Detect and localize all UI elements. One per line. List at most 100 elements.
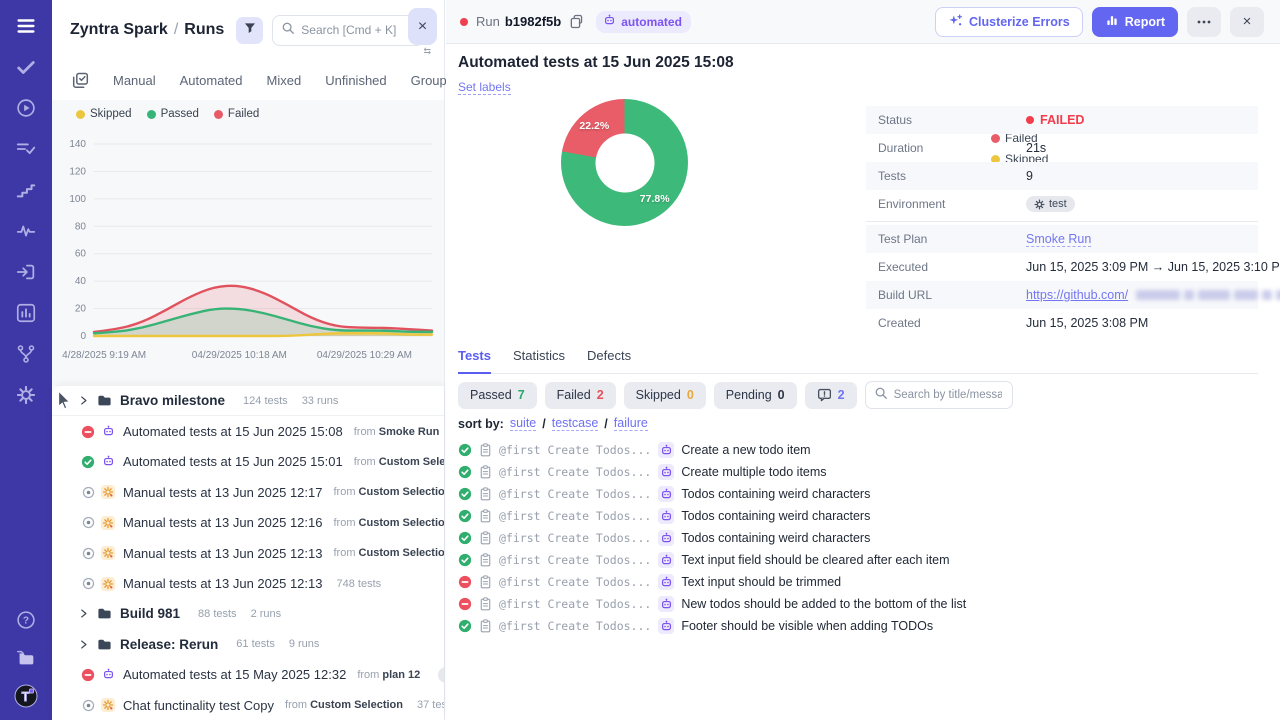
sort-by-failure[interactable]: failure — [614, 416, 648, 431]
test-row[interactable]: @first Create Todos...Text input field s… — [458, 549, 1268, 571]
sort-by-testcase[interactable]: testcase — [552, 416, 599, 431]
run-row[interactable]: Manual tests at 13 Jun 2025 12:17from Cu… — [52, 477, 444, 507]
sign-in-icon[interactable] — [14, 260, 38, 284]
test-row[interactable]: @first Create Todos...Text input should … — [458, 571, 1268, 593]
sort-separator: / — [542, 417, 545, 431]
runs-search-input[interactable] — [301, 23, 411, 37]
sort-by-suite[interactable]: suite — [510, 416, 536, 431]
gear-icon[interactable] — [14, 383, 38, 407]
clusterize-errors-button[interactable]: Clusterize Errors — [935, 7, 1083, 37]
detail-value: 21s — [1026, 141, 1046, 155]
activity-icon[interactable] — [14, 219, 38, 243]
set-labels-link[interactable]: Set labels — [458, 80, 511, 95]
donut-hole — [595, 133, 654, 192]
svg-text:100: 100 — [69, 194, 86, 205]
details-divider — [866, 221, 1258, 222]
run-row[interactable]: Automated tests at 15 Jun 2025 15:01from… — [52, 447, 444, 477]
test-row[interactable]: @first Create Todos...Todos containing w… — [458, 527, 1268, 549]
run-group-row[interactable]: Build 98188 tests2 runs — [52, 599, 444, 629]
test-name: Create a new todo item — [681, 443, 810, 457]
breadcrumb-project[interactable]: Zyntra Spark — [70, 21, 168, 38]
filter-chip-failed[interactable]: Failed2 — [545, 382, 616, 409]
test-row[interactable]: @first Create Todos...New todos should b… — [458, 593, 1268, 615]
panel-resize-handle[interactable]: ⇆ — [423, 46, 431, 57]
tab-mixed[interactable]: Mixed — [267, 73, 302, 88]
folder-icon — [97, 394, 112, 407]
tab-manual[interactable]: Manual — [113, 73, 156, 88]
filter-chip-passed[interactable]: Passed7 — [458, 382, 537, 409]
folders-icon[interactable] — [14, 646, 38, 670]
help-icon[interactable]: ? — [14, 608, 38, 632]
run-row[interactable]: Manual tests at 13 Jun 2025 12:13748 tes… — [52, 568, 444, 598]
run-group-row[interactable]: Release: Rerun61 tests9 runs — [52, 629, 444, 659]
status-other-icon — [81, 698, 95, 712]
filter-chip-skipped[interactable]: Skipped0 — [624, 382, 706, 409]
run-group-row[interactable]: Bravo milestone124 tests33 runs — [52, 386, 444, 416]
test-row[interactable]: @first Create Todos...Todos containing w… — [458, 505, 1268, 527]
check-icon[interactable] — [14, 55, 38, 79]
detail-value: Smoke Run — [1026, 232, 1091, 247]
play-circle-icon[interactable] — [14, 96, 38, 120]
filter-chip-comments[interactable]: 2 — [805, 382, 857, 409]
test-row[interactable]: @first Create Todos...Create multiple to… — [458, 461, 1268, 483]
legend-item-failed: Failed — [214, 108, 259, 120]
detail-row-duration: Duration21s — [866, 134, 1258, 162]
detail-label: Executed — [878, 260, 1026, 274]
run-list: Bravo milestone124 tests33 runsAutomated… — [52, 386, 444, 720]
run-row[interactable]: Manual tests at 13 Jun 2025 12:16from Cu… — [52, 508, 444, 538]
detail-label: Created — [878, 316, 1026, 330]
test-row[interactable]: @first Create Todos...Footer should be v… — [458, 615, 1268, 637]
test-suite-label: @first Create Todos... — [499, 443, 651, 457]
select-all-icon[interactable] — [72, 70, 89, 90]
status-failed-icon — [81, 668, 95, 682]
run-row[interactable]: Automated tests at 15 Jun 2025 15:08from… — [52, 416, 444, 446]
test-plan-link[interactable]: Smoke Run — [1026, 232, 1091, 247]
status-other-icon — [81, 485, 95, 499]
test-row[interactable]: @first Create Todos...Todos containing w… — [458, 483, 1268, 505]
donut-label-passed: 77.8% — [640, 193, 670, 205]
tests-search-input[interactable] — [894, 389, 1002, 401]
test-row[interactable]: @first Create Todos... Create a new todo … — [458, 439, 1268, 461]
list-check-icon[interactable] — [14, 137, 38, 161]
svg-text:T: T — [22, 690, 30, 704]
tab-tests[interactable]: Tests — [458, 348, 491, 374]
automated-badge[interactable]: automated — [596, 11, 691, 33]
run-row-title: Manual tests at 13 Jun 2025 12:13 — [123, 576, 322, 591]
tab-unfinished[interactable]: Unfinished — [325, 73, 386, 88]
filter-button[interactable] — [236, 17, 263, 44]
detail-row-status: StatusFAILED — [866, 106, 1258, 134]
runs-search[interactable] — [272, 15, 424, 46]
panel-close-button[interactable]: × — [408, 8, 437, 45]
logo-t[interactable]: T — [14, 684, 38, 708]
build-url-link[interactable]: https://github.com/ — [1026, 288, 1128, 302]
copy-run-id-button[interactable] — [569, 14, 584, 29]
close-run-button[interactable]: × — [1230, 7, 1264, 37]
run-row-source: from Custom Selection — [333, 547, 444, 559]
report-button[interactable]: Report — [1092, 7, 1178, 37]
sort-row: sort by: suite/testcase/failure — [458, 416, 648, 431]
run-detail-header: Run b1982f5b automated Clusterize Errors… — [446, 0, 1280, 44]
run-row[interactable]: Manual tests at 13 Jun 2025 12:13from Cu… — [52, 538, 444, 568]
steps-icon[interactable] — [14, 178, 38, 202]
run-row[interactable]: Automated tests at 15 May 2025 12:32from… — [52, 660, 444, 690]
menu-icon[interactable] — [14, 14, 38, 38]
tab-automated[interactable]: Automated — [180, 73, 243, 88]
detail-row-test-plan: Test PlanSmoke Run — [866, 225, 1258, 253]
manual-run-icon — [101, 485, 115, 499]
bar-chart-icon[interactable] — [14, 301, 38, 325]
detail-label: Status — [878, 113, 1026, 127]
clipboard-icon — [479, 597, 492, 611]
run-row[interactable]: Chat functinality test Copyfrom Custom S… — [52, 690, 444, 720]
automated-test-icon — [658, 530, 674, 546]
status-failed-icon — [81, 425, 95, 439]
clipboard-icon — [479, 487, 492, 501]
tests-search[interactable] — [865, 381, 1013, 409]
svg-text:4/28/2025 9:19 AM: 4/28/2025 9:19 AM — [62, 350, 146, 361]
gear-icon — [1034, 199, 1045, 210]
tab-defects[interactable]: Defects — [587, 348, 631, 373]
branch-icon[interactable] — [14, 342, 38, 366]
filter-chip-pending[interactable]: Pending0 — [714, 382, 797, 409]
tab-statistics[interactable]: Statistics — [513, 348, 565, 373]
more-actions-button[interactable] — [1187, 7, 1221, 37]
test-suite-label: @first Create Todos... — [499, 619, 651, 633]
